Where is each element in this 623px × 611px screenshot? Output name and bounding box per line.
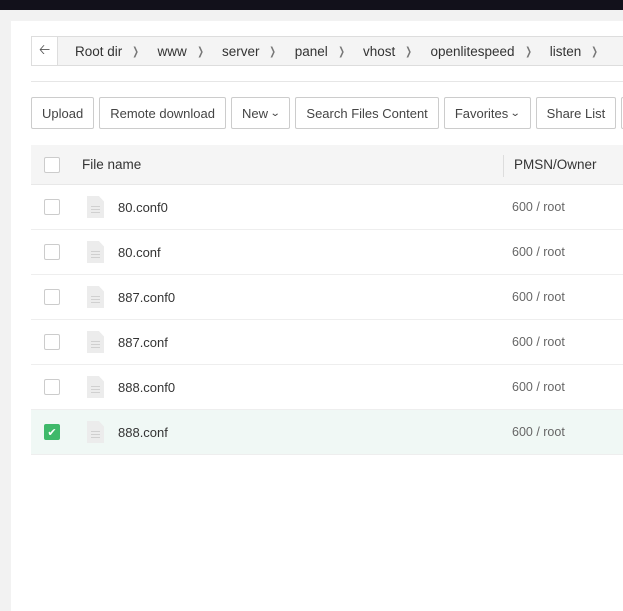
- file-name[interactable]: 80.conf0: [118, 200, 168, 215]
- breadcrumb-item[interactable]: panel ❯: [278, 44, 346, 59]
- select-all-checkbox[interactable]: [44, 156, 60, 173]
- toolbar: Upload Remote download New ⌄ Search Files…: [31, 97, 623, 129]
- file-permission[interactable]: 600 / root: [512, 425, 565, 439]
- file-icon: [87, 421, 104, 443]
- file-name[interactable]: 80.conf: [118, 245, 161, 260]
- table-header: File name PMSN/Owner: [31, 145, 623, 185]
- file-name[interactable]: 888.conf: [118, 425, 168, 440]
- chevron-right-icon: ❯: [524, 45, 532, 58]
- new-label: New: [242, 105, 269, 121]
- file-permission[interactable]: 600 / root: [512, 290, 565, 304]
- chevron-down-icon: ⌄: [510, 107, 521, 119]
- breadcrumb-item[interactable]: server ❯: [205, 44, 278, 59]
- breadcrumb-label: openlitespeed: [430, 43, 515, 59]
- column-header-name[interactable]: File name: [82, 157, 141, 172]
- share-list-button[interactable]: Share List: [535, 97, 617, 129]
- breadcrumb-label: vhost: [362, 43, 396, 59]
- table-row[interactable]: 80.conf 600 / root: [31, 230, 623, 275]
- file-icon: [87, 376, 104, 398]
- column-divider[interactable]: [503, 155, 504, 177]
- file-permission[interactable]: 600 / root: [512, 245, 565, 259]
- row-checkbox[interactable]: [44, 244, 60, 260]
- file-icon: [87, 196, 104, 218]
- breadcrumb: 🡠 Root dir ❯ www ❯ server ❯ panel ❯ vhost ❯ openli…: [31, 36, 623, 66]
- row-checkbox[interactable]: [44, 199, 60, 215]
- breadcrumb-item[interactable]: vhost ❯: [346, 44, 414, 59]
- breadcrumb-item[interactable]: openlitespeed ❯: [413, 44, 532, 59]
- chevron-right-icon: ❯: [197, 45, 204, 58]
- breadcrumb-label: listen: [549, 43, 582, 59]
- search-files-content-button[interactable]: Search Files Content: [295, 97, 439, 129]
- table-row[interactable]: 887.conf 600 / root: [31, 320, 623, 365]
- row-checkbox[interactable]: [44, 334, 60, 350]
- chevron-right-icon: ❯: [405, 45, 413, 58]
- breadcrumb-label: server: [221, 43, 260, 59]
- breadcrumb-label: Root dir: [75, 43, 123, 59]
- new-button[interactable]: New ⌄: [231, 97, 291, 129]
- file-name[interactable]: 887.conf0: [118, 290, 175, 305]
- file-permission[interactable]: 600 / root: [512, 380, 565, 394]
- table-row[interactable]: ✔ 888.conf 600 / root: [31, 410, 623, 455]
- file-manager-panel: 🡠 Root dir ❯ www ❯ server ❯ panel ❯ vhost ❯ openli…: [11, 21, 623, 611]
- row-checkbox[interactable]: [44, 289, 60, 305]
- file-name[interactable]: 888.conf0: [118, 380, 175, 395]
- breadcrumb-label: www: [157, 43, 187, 59]
- file-permission[interactable]: 600 / root: [512, 200, 565, 214]
- file-icon: [87, 331, 104, 353]
- chevron-right-icon: ❯: [132, 45, 140, 58]
- favorites-label: Favorites: [454, 105, 509, 121]
- file-permission[interactable]: 600 / root: [512, 335, 565, 349]
- row-checkbox[interactable]: ✔: [44, 424, 60, 440]
- breadcrumb-item[interactable]: listen ❯: [533, 44, 600, 59]
- table-row[interactable]: 887.conf0 600 / root: [31, 275, 623, 320]
- chevron-right-icon: ❯: [338, 45, 345, 58]
- table-row[interactable]: 888.conf0 600 / root: [31, 365, 623, 410]
- favorites-button[interactable]: Favorites ⌄: [443, 97, 531, 129]
- top-bar: [0, 0, 623, 10]
- chevron-down-icon: ⌄: [269, 107, 281, 119]
- table-row[interactable]: 80.conf0 600 / root: [31, 185, 623, 230]
- breadcrumb-item[interactable]: Root dir ❯: [58, 44, 141, 59]
- breadcrumb-item[interactable]: www ❯: [141, 44, 205, 59]
- file-name[interactable]: 887.conf: [118, 335, 168, 350]
- breadcrumb-label: panel: [294, 43, 328, 59]
- remote-download-button[interactable]: Remote download: [99, 97, 226, 129]
- row-checkbox[interactable]: [44, 379, 60, 395]
- chevron-right-icon: ❯: [269, 45, 277, 58]
- file-icon: [87, 241, 104, 263]
- divider: [31, 81, 623, 82]
- file-icon: [87, 286, 104, 308]
- back-arrow-icon[interactable]: 🡠: [32, 37, 58, 65]
- upload-button[interactable]: Upload: [31, 97, 95, 129]
- column-header-permission[interactable]: PMSN/Owner: [514, 157, 597, 172]
- file-table: File name PMSN/Owner 80.conf0 600 / root…: [31, 145, 623, 455]
- chevron-right-icon: ❯: [591, 45, 599, 58]
